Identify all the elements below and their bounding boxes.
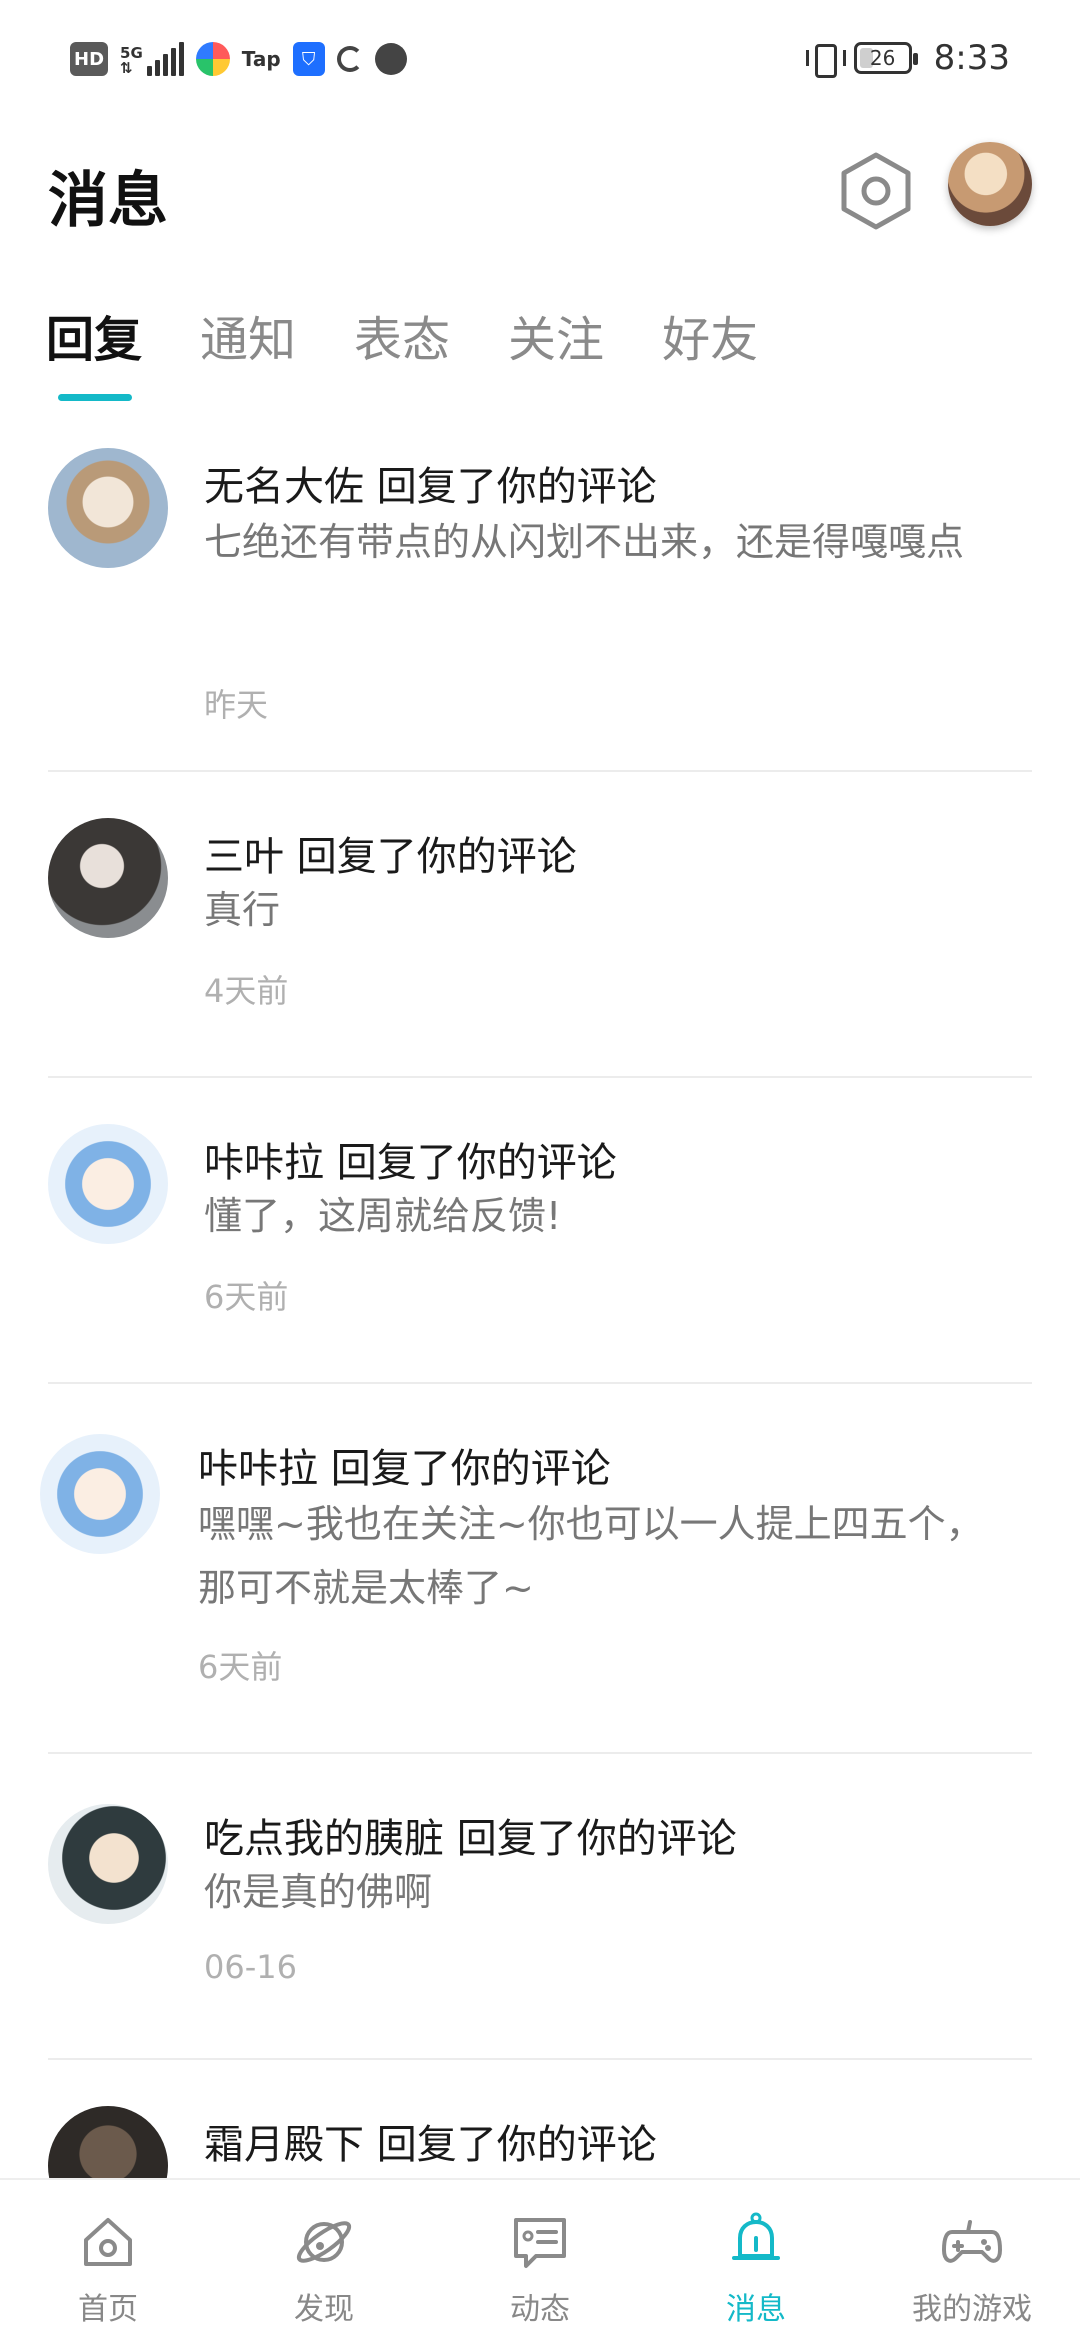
clock: 8:33 (933, 38, 1010, 78)
sync-icon (336, 46, 363, 72)
header: 消息 (48, 140, 1032, 250)
nav-label: 动态 (510, 2292, 570, 2327)
nav-discover[interactable]: 发现 (216, 2180, 432, 2340)
tab-label: 好友 (662, 312, 759, 368)
avatar[interactable] (48, 1124, 168, 1244)
bottom-nav: 首页 发现 动态 消息 我的游戏 (0, 2178, 1080, 2340)
message-body: 懂了，这周就给反馈! (204, 1194, 562, 1238)
message-title: 无名大佐 回复了你的评论 (204, 464, 657, 510)
tab-active-indicator (58, 394, 132, 401)
home-icon (84, 2218, 132, 2266)
hd-icon: HD (70, 42, 109, 76)
list-item[interactable]: 三叶 回复了你的评论 真行 4天前 (48, 772, 1032, 1078)
message-body: 你是真的佛啊 (204, 1870, 433, 1914)
shield-icon: ⛉ (292, 42, 325, 76)
tab-follows[interactable]: 关注 (508, 300, 604, 370)
message-body: 七绝还有带点的从闪划不出来，还是得嘎嘎点 (204, 520, 965, 564)
network-indicator: 5G ⇅ (120, 42, 184, 76)
nav-label: 发现 (294, 2292, 354, 2327)
gamepad-icon (942, 2220, 1002, 2263)
list-item[interactable]: 咔咔拉 回复了你的评论 懂了，这周就给反馈! 6天前 (48, 1078, 1032, 1384)
tab-reactions[interactable]: 表态 (354, 300, 450, 370)
message-title: 吃点我的胰脏 回复了你的评论 (204, 1816, 737, 1862)
battery-icon: 26 (853, 42, 918, 74)
bell-icon (732, 2212, 780, 2260)
message-time: 06-16 (204, 1948, 297, 1986)
nav-label: 消息 (726, 2292, 786, 2327)
tab-bar: 回复 通知 表态 关注 好友 (46, 300, 758, 401)
nav-label: 我的游戏 (912, 2292, 1032, 2327)
user-avatar[interactable] (948, 142, 1032, 226)
signal-icon (146, 42, 184, 76)
list-item[interactable]: 咔咔拉 回复了你的评论 嘿嘿~我也在关注~你也可以一人提上四五个，那可不就是太棒… (40, 1384, 1032, 1754)
status-left: HD 5G ⇅ Tap ⛉ (70, 42, 407, 76)
message-time: 昨天 (204, 686, 269, 724)
tab-friends[interactable]: 好友 (662, 300, 758, 370)
tab-label: 关注 (508, 312, 605, 368)
nav-feed[interactable]: 动态 (432, 2180, 648, 2340)
vibrate-icon (805, 41, 846, 78)
tab-label: 回复 (46, 312, 143, 368)
battery-level: 26 (869, 46, 896, 70)
gear-icon (841, 152, 911, 230)
page-title: 消息 (48, 166, 168, 236)
avatar[interactable] (48, 448, 168, 568)
message-list: 无名大佐 回复了你的评论 七绝还有带点的从闪划不出来，还是得嘎嘎点 昨天 三叶 … (40, 418, 1032, 2260)
browser-icon (374, 43, 407, 75)
message-title: 咔咔拉 回复了你的评论 (204, 1140, 617, 1186)
list-item[interactable]: 无名大佐 回复了你的评论 七绝还有带点的从闪划不出来，还是得嘎嘎点 昨天 (48, 418, 1032, 772)
tab-replies[interactable]: 回复 (46, 300, 143, 401)
message-title: 三叶 回复了你的评论 (204, 834, 577, 880)
nav-messages[interactable]: 消息 (648, 2180, 864, 2340)
status-bar: HD 5G ⇅ Tap ⛉ 26 8:33 (0, 0, 1080, 120)
message-time: 6天前 (204, 1278, 289, 1316)
nav-label: 首页 (78, 2292, 138, 2327)
message-body: 嘿嘿~我也在关注~你也可以一人提上四五个，那可不就是太棒了~ (198, 1502, 984, 1610)
avatar[interactable] (48, 1804, 168, 1924)
feed-icon (514, 2218, 566, 2268)
nav-my-games[interactable]: 我的游戏 (864, 2180, 1080, 2340)
settings-button[interactable] (833, 148, 919, 234)
list-item[interactable]: 吃点我的胰脏 回复了你的评论 你是真的佛啊 06-16 (48, 1754, 1032, 2060)
planet-icon (296, 2221, 352, 2263)
message-body: 真行 (204, 888, 281, 932)
tab-notifications[interactable]: 通知 (200, 300, 296, 370)
tab-label: 表态 (354, 312, 451, 368)
message-time: 4天前 (204, 972, 289, 1010)
avatar[interactable] (48, 818, 168, 938)
avatar[interactable] (40, 1434, 160, 1554)
taptap-icon: Tap (241, 47, 281, 71)
tab-label: 通知 (200, 312, 297, 368)
nav-home[interactable]: 首页 (0, 2180, 216, 2340)
message-title: 霜月殿下 回复了你的评论 (204, 2122, 657, 2168)
app-notification-icon (195, 42, 230, 76)
status-right: 26 8:33 (805, 38, 1010, 78)
data-arrows-icon: ⇅ (120, 59, 133, 77)
message-time: 6天前 (198, 1648, 283, 1686)
message-title: 咔咔拉 回复了你的评论 (198, 1446, 611, 1492)
